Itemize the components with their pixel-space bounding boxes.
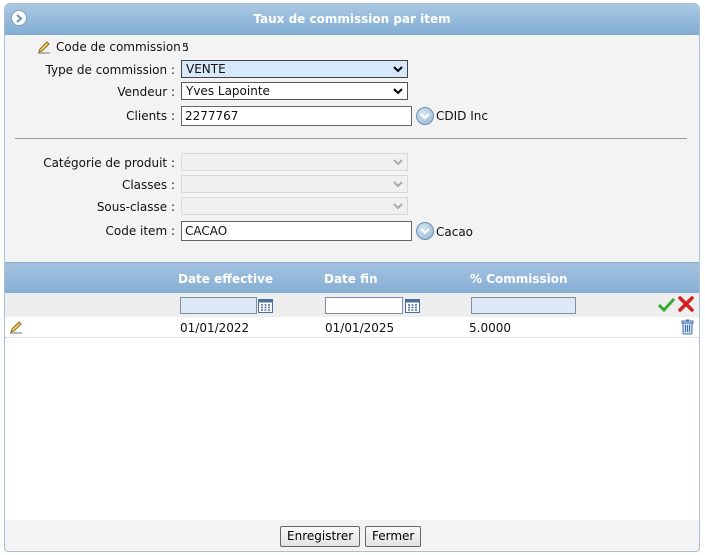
code-commission-value: 5 <box>182 41 189 54</box>
type-commission-value: VENTE <box>186 62 226 76</box>
categorie-select[interactable] <box>181 153 408 171</box>
sous-classe-label: Sous-classe : <box>96 200 175 214</box>
close-button[interactable]: Fermer <box>365 526 422 547</box>
calendar-icon[interactable] <box>258 298 273 313</box>
chevron-down-icon <box>393 159 403 166</box>
date-effective-filter-input[interactable] <box>180 297 257 314</box>
categorie-label: Catégorie de produit : <box>43 156 175 170</box>
chevron-down-icon <box>393 66 403 73</box>
code-item-input[interactable]: CACAO <box>181 221 412 241</box>
clients-name: CDID Inc <box>436 109 488 123</box>
column-date-fin[interactable]: Date fin <box>324 272 378 286</box>
code-commission-label: Code de commission : <box>56 40 189 54</box>
chevron-down-icon <box>393 181 403 188</box>
code-item-label: Code item : <box>105 224 175 238</box>
row-date-effective: 01/01/2022 <box>180 321 250 335</box>
grid-filter-row <box>5 293 699 317</box>
clients-input[interactable]: 2277767 <box>181 106 412 126</box>
vendeur-value: Yves Lapointe <box>186 84 270 98</box>
code-item-lookup-icon[interactable] <box>416 222 434 240</box>
pencil-icon <box>38 41 50 54</box>
classes-select[interactable] <box>181 175 408 193</box>
classes-label: Classes : <box>121 178 175 192</box>
grid-header: Date effective Date fin % Commission <box>5 262 699 294</box>
clients-lookup-icon[interactable] <box>416 107 434 125</box>
date-fin-filter-input[interactable] <box>325 297 403 314</box>
trash-icon[interactable] <box>681 319 694 335</box>
type-commission-select[interactable]: VENTE <box>181 60 408 78</box>
calendar-icon[interactable] <box>405 298 420 313</box>
column-commission[interactable]: % Commission <box>470 272 568 286</box>
chevron-down-icon <box>393 88 403 95</box>
commission-filter-input[interactable] <box>471 297 576 314</box>
x-icon[interactable] <box>678 296 694 312</box>
row-date-fin: 01/01/2025 <box>325 321 395 335</box>
column-date-effective[interactable]: Date effective <box>178 272 273 286</box>
check-icon[interactable] <box>658 297 675 312</box>
pencil-icon[interactable] <box>9 320 23 334</box>
table-row[interactable]: 01/01/2022 01/01/2025 5.0000 <box>5 318 699 338</box>
title-bar: Taux de commission par item <box>5 4 699 35</box>
save-button[interactable]: Enregistrer <box>280 526 361 547</box>
window-title: Taux de commission par item <box>253 12 451 26</box>
row-commission: 5.0000 <box>469 321 511 335</box>
grid-body: 01/01/2022 01/01/2025 5.0000 <box>5 293 699 520</box>
divider <box>15 138 687 139</box>
vendeur-label: Vendeur : <box>117 85 175 99</box>
type-commission-label: Type de commission : <box>45 63 176 77</box>
clients-label: Clients : <box>126 109 175 123</box>
commission-window: Taux de commission par item Code de comm… <box>4 3 700 552</box>
code-item-name: Cacao <box>436 225 474 239</box>
sous-classe-select[interactable] <box>181 197 408 215</box>
chevron-down-icon <box>393 203 403 210</box>
vendeur-select[interactable]: Yves Lapointe <box>181 82 408 100</box>
